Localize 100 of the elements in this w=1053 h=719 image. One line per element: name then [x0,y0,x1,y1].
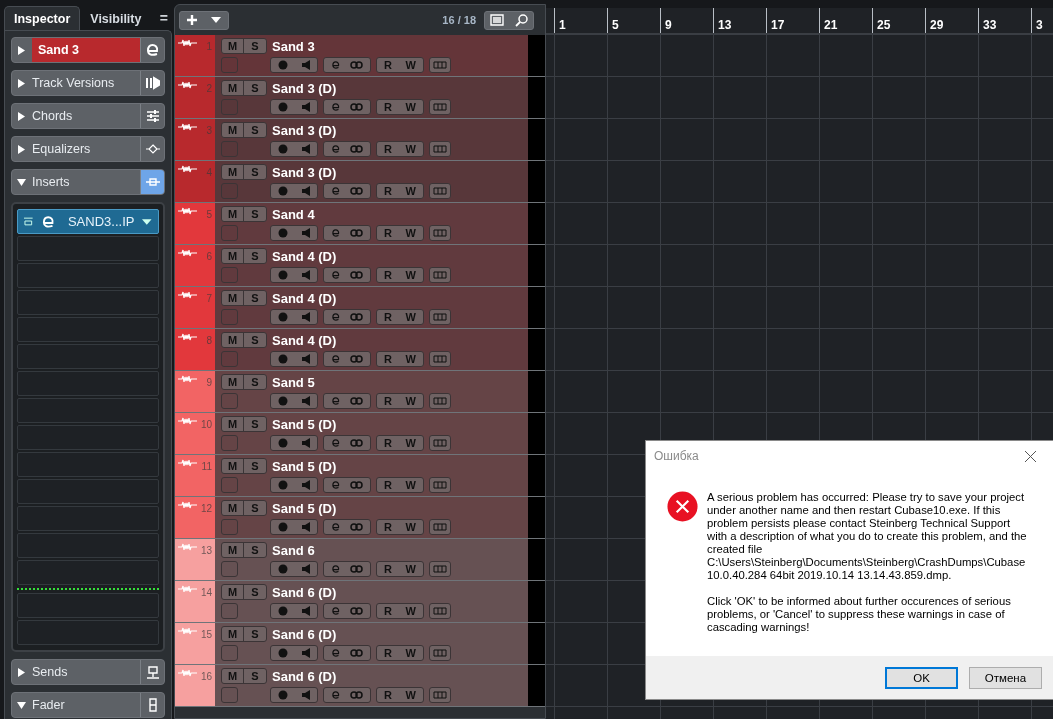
solo-button[interactable]: S [244,207,266,221]
automation-buttons[interactable]: R W [376,225,424,241]
edit-link-buttons[interactable] [323,141,371,157]
mute-button[interactable]: M [222,459,244,473]
solo-button[interactable]: S [244,165,266,179]
automation-buttons[interactable]: R W [376,561,424,577]
track-row[interactable]: 14 M S Sand 6 (D) R W [175,581,545,623]
track-row[interactable]: 10 M S Sand 5 (D) R W [175,413,545,455]
track-checkbox[interactable] [221,267,238,283]
track-checkbox[interactable] [221,57,238,73]
insert-slot[interactable] [17,593,159,618]
record-monitor-buttons[interactable] [270,561,318,577]
lanes-button[interactable] [429,141,451,157]
mute-button[interactable]: M [222,627,244,641]
edit-link-buttons[interactable] [323,225,371,241]
edit-link-buttons[interactable] [323,435,371,451]
lanes-button[interactable] [429,309,451,325]
record-monitor-buttons[interactable] [270,519,318,535]
edit-link-buttons[interactable] [323,99,371,115]
lanes-button[interactable] [429,603,451,619]
track-row[interactable]: 4 M S Sand 3 (D) R W [175,161,545,203]
edit-link-buttons[interactable] [323,687,371,703]
lanes-button[interactable] [429,435,451,451]
edit-link-buttons[interactable] [323,309,371,325]
lanes-button[interactable] [429,561,451,577]
automation-buttons[interactable]: R W [376,435,424,451]
track-checkbox[interactable] [221,225,238,241]
automation-buttons[interactable]: R W [376,519,424,535]
insert-slot[interactable] [17,263,159,288]
solo-button[interactable]: S [244,291,266,305]
track-row[interactable]: 11 M S Sand 5 (D) R W [175,455,545,497]
section-header[interactable]: Fader [11,692,165,718]
solo-button[interactable]: S [244,39,266,53]
track-checkbox[interactable] [221,603,238,619]
section-header[interactable]: Track Versions [11,70,165,96]
automation-buttons[interactable]: R W [376,309,424,325]
lanes-button[interactable] [429,225,451,241]
section-header[interactable]: Sends [11,659,165,685]
lanes-button[interactable] [429,57,451,73]
record-monitor-buttons[interactable] [270,309,318,325]
edit-link-buttons[interactable] [323,57,371,73]
automation-buttons[interactable]: R W [376,267,424,283]
inspector-tab[interactable]: Inspector [4,6,81,30]
insert-slot[interactable]: SAND3...IP [17,209,159,234]
timeline-ruler[interactable]: 1 5 9 13 17 21 25 29 33 3 [546,8,1053,34]
track-row[interactable]: 15 M S Sand 6 (D) R W [175,623,545,665]
track-row[interactable]: 9 M S Sand 5 R W [175,371,545,413]
edit-link-buttons[interactable] [323,183,371,199]
mute-button[interactable]: M [222,81,244,95]
record-monitor-buttons[interactable] [270,225,318,241]
lanes-button[interactable] [429,519,451,535]
record-monitor-buttons[interactable] [270,183,318,199]
record-monitor-buttons[interactable] [270,57,318,73]
insert-slot[interactable] [17,506,159,531]
solo-button[interactable]: S [244,459,266,473]
insert-slot[interactable] [17,344,159,369]
record-monitor-buttons[interactable] [270,603,318,619]
automation-buttons[interactable]: R W [376,393,424,409]
track-row[interactable]: 13 M S Sand 6 R W [175,539,545,581]
track-row[interactable]: 7 M S Sand 4 (D) R W [175,287,545,329]
solo-button[interactable]: S [244,123,266,137]
record-monitor-buttons[interactable] [270,645,318,661]
record-monitor-buttons[interactable] [270,141,318,157]
solo-button[interactable]: S [244,585,266,599]
automation-buttons[interactable]: R W [376,99,424,115]
mute-button[interactable]: M [222,585,244,599]
insert-slot[interactable] [17,398,159,423]
track-row[interactable]: 12 M S Sand 5 (D) R W [175,497,545,539]
mute-button[interactable]: M [222,375,244,389]
track-row[interactable]: 6 M S Sand 4 (D) R W [175,245,545,287]
mute-button[interactable]: M [222,249,244,263]
insert-slot[interactable] [17,317,159,342]
edit-link-buttons[interactable] [323,603,371,619]
edit-link-buttons[interactable] [323,645,371,661]
edit-link-buttons[interactable] [323,267,371,283]
mute-button[interactable]: M [222,543,244,557]
solo-button[interactable]: S [244,669,266,683]
mute-button[interactable]: M [222,123,244,137]
dialog-button[interactable]: Отмена [969,666,1042,689]
solo-button[interactable]: S [244,501,266,515]
menu-button[interactable]: = [159,10,168,30]
automation-buttons[interactable]: R W [376,351,424,367]
solo-button[interactable]: S [244,417,266,431]
insert-slot[interactable] [17,290,159,315]
insert-slot[interactable] [17,560,159,585]
record-monitor-buttons[interactable] [270,351,318,367]
lanes-button[interactable] [429,267,451,283]
edit-link-buttons[interactable] [323,561,371,577]
automation-buttons[interactable]: R W [376,477,424,493]
section-header[interactable]: Equalizers [11,136,165,162]
close-icon[interactable] [1025,450,1036,462]
solo-button[interactable]: S [244,249,266,263]
automation-buttons[interactable]: R W [376,141,424,157]
track-checkbox[interactable] [221,309,238,325]
mute-button[interactable]: M [222,669,244,683]
lanes-button[interactable] [429,351,451,367]
track-row[interactable]: 5 M S Sand 4 R W [175,203,545,245]
section-header[interactable]: Inserts [11,169,165,195]
track-row[interactable]: 1 M S Sand 3 R W [175,35,545,77]
add-track-button[interactable] [179,10,229,30]
